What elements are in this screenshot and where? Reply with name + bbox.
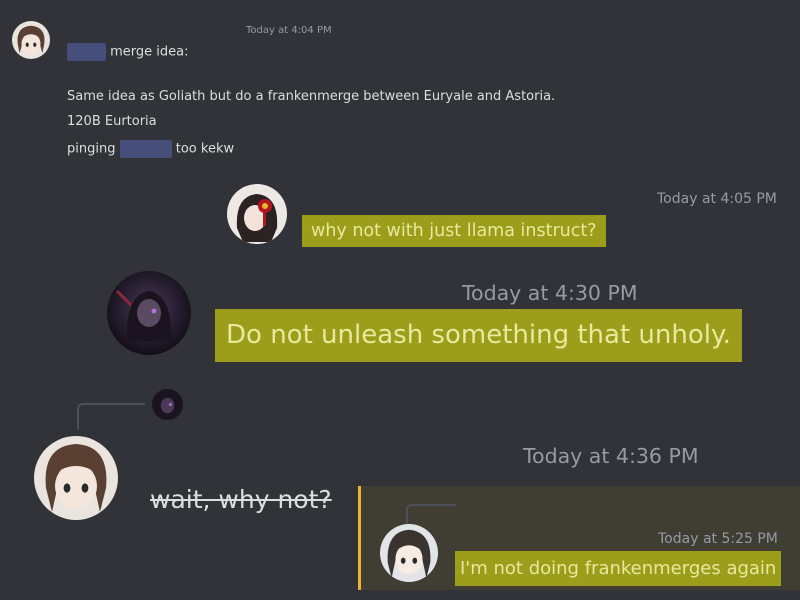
anime-girl-avatar-icon: [12, 21, 50, 59]
redacted-username: [119, 140, 172, 158]
dark-character-avatar-icon: [107, 271, 191, 355]
user-avatar-red-ornament[interactable]: [227, 184, 287, 244]
reply-connector: [406, 504, 456, 524]
message-text: wait, why not?: [150, 485, 332, 514]
user-avatar-dark-hair[interactable]: [380, 524, 438, 582]
message-text: too kekw: [175, 141, 235, 157]
message-timestamp: Today at 4:05 PM: [657, 191, 777, 207]
message-text: pinging: [67, 141, 116, 157]
message-timestamp: Today at 5:25 PM: [658, 531, 778, 547]
user-avatar-brown-hair[interactable]: [34, 436, 118, 520]
message-line: 120B Eurtoria: [67, 114, 157, 129]
message-text: merge idea:: [110, 44, 189, 60]
message-timestamp: Today at 4:30 PM: [462, 281, 638, 305]
message-timestamp: Today at 4:36 PM: [523, 444, 699, 468]
message-line: Same idea as Goliath but do a frankenmer…: [67, 89, 556, 104]
anime-girl-avatar-icon: [380, 524, 438, 582]
message-text: why not with just llama instruct?: [302, 215, 606, 247]
anime-girl-avatar-icon: [34, 436, 118, 520]
message-text: Do not unleash something that unholy.: [215, 309, 742, 362]
user-avatar-brown-hair[interactable]: [12, 21, 50, 59]
user-avatar-dark-figure[interactable]: [107, 271, 191, 355]
message-line: pinging too kekw: [67, 140, 234, 158]
small-dark-avatar-icon: [152, 389, 183, 420]
character-avatar-icon: [227, 184, 287, 244]
redacted-username: [67, 43, 106, 61]
reply-connector: [77, 403, 145, 429]
message-line: merge idea:: [67, 43, 189, 61]
message-text: I'm not doing frankenmerges again: [455, 551, 782, 586]
message-timestamp: Today at 4:04 PM: [246, 25, 332, 36]
replied-user-avatar[interactable]: [152, 389, 183, 420]
